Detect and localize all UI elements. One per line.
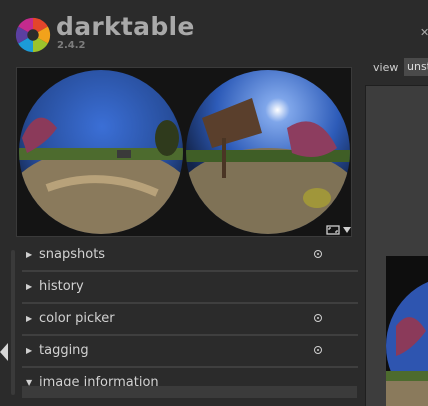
module-label: color picker bbox=[39, 311, 115, 326]
image-thumbnail[interactable] bbox=[386, 256, 428, 406]
view-select[interactable]: unst bbox=[404, 58, 428, 76]
presets-dot-icon[interactable] bbox=[314, 346, 322, 354]
module-tagging[interactable]: ▶ tagging bbox=[22, 336, 358, 368]
preview-controls bbox=[326, 225, 351, 235]
app-version: 2.4.2 bbox=[57, 40, 86, 51]
close-icon[interactable]: ✕ bbox=[420, 26, 428, 39]
left-panel-scrollbar[interactable] bbox=[11, 250, 15, 395]
presets-dot-icon[interactable] bbox=[314, 250, 322, 258]
triangle-right-icon: ▶ bbox=[26, 250, 33, 259]
darktable-logo-icon bbox=[15, 17, 51, 53]
thumbnail-image bbox=[386, 281, 428, 406]
module-history[interactable]: ▶ history bbox=[22, 272, 358, 304]
module-list: ▶ snapshots ▶ history ▶ color picker ▶ t… bbox=[22, 240, 358, 398]
view-label: view bbox=[373, 61, 399, 74]
triangle-right-icon: ▶ bbox=[26, 346, 33, 355]
triangle-right-icon: ▶ bbox=[26, 282, 33, 291]
app-title: darktable bbox=[56, 12, 195, 41]
fullscreen-icon[interactable] bbox=[326, 225, 340, 235]
chevron-down-icon[interactable] bbox=[343, 226, 351, 234]
collapse-left-panel-icon[interactable] bbox=[0, 343, 8, 361]
module-label: tagging bbox=[39, 343, 89, 358]
navigation-preview[interactable] bbox=[16, 67, 352, 237]
module-label: snapshots bbox=[39, 247, 106, 262]
presets-dot-icon[interactable] bbox=[314, 314, 322, 322]
triangle-right-icon: ▶ bbox=[26, 314, 33, 323]
module-color-picker[interactable]: ▶ color picker bbox=[22, 304, 358, 336]
module-label: history bbox=[39, 279, 84, 294]
panorama-image bbox=[19, 70, 350, 234]
module-snapshots[interactable]: ▶ snapshots bbox=[22, 240, 358, 272]
image-information-body bbox=[22, 386, 357, 398]
